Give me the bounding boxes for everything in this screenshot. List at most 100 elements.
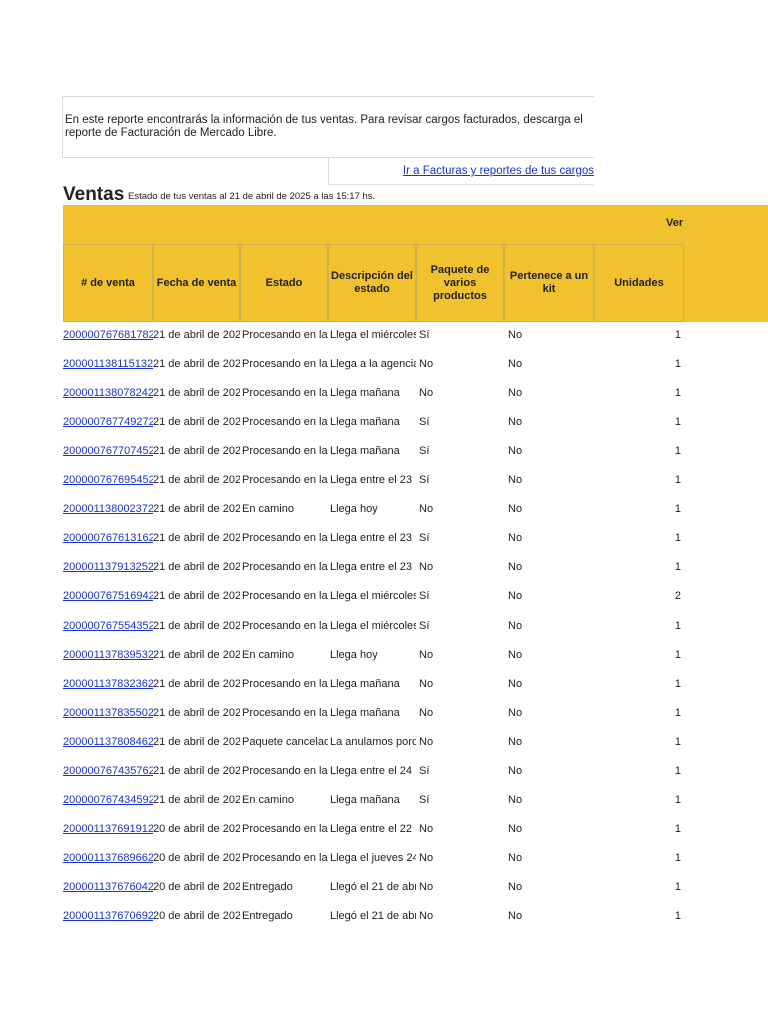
multi-package-cell: Sí (419, 619, 430, 632)
multi-package-cell: No (419, 706, 434, 719)
column-header[interactable]: Estado (240, 244, 328, 322)
sale-id-link[interactable]: 2000011378323621 (63, 678, 153, 690)
status-description-cell: Llegó el 21 de abril (330, 910, 416, 922)
sale-id-link[interactable]: 2000011376896620 (63, 852, 153, 864)
units-cell: 1 (674, 619, 681, 632)
column-header[interactable]: Descripción del estado (328, 244, 416, 322)
sale-id-cell: 2000011378355021 (63, 707, 153, 719)
kit-cell: No (508, 677, 523, 690)
sale-id-link[interactable]: 2000011378355021 (63, 707, 153, 719)
units-cell: 1 (674, 561, 681, 574)
column-header[interactable]: # de venta (63, 244, 153, 322)
sale-id-cell: 2000011376760420 (63, 881, 153, 893)
table-row: 2000007676954521 21 de abril de 2025 Proce… (63, 474, 684, 494)
status-cell: Procesando en la bodega (242, 590, 328, 603)
units-cell: 1 (674, 387, 681, 400)
sale-id-cell: 2000007677074521 (63, 445, 153, 457)
column-header[interactable]: Unidades (594, 244, 684, 322)
sale-id-link[interactable]: 2000007674357621 (63, 765, 153, 777)
table-row: 2000007675169421 21 de abril de 2025 Proce… (63, 590, 684, 610)
sale-id-link[interactable]: 2000011379132521 (63, 561, 153, 573)
multi-package-cell: No (419, 561, 434, 574)
sale-id-cell: 2000011380023721 (63, 503, 153, 515)
status-cell: Procesando en la bodega (242, 445, 328, 458)
sale-date-cell: 21 de abril de 2025 (153, 474, 240, 487)
status-description-cell: Llega hoy (330, 503, 378, 516)
invoices-link[interactable]: Ir a Facturas y reportes de tus cargos (403, 165, 594, 177)
sale-id-link[interactable]: 2000011376706920 (63, 910, 153, 922)
units-cell: 1 (674, 648, 681, 661)
table-row: 2000007677074521 21 de abril de 2025 Proce… (63, 445, 684, 465)
status-description-cell: Llega entre el 23 (330, 532, 412, 545)
multi-package-cell: Sí (419, 764, 430, 777)
status-cell: Procesando en la bodega (242, 677, 328, 690)
kit-cell: No (508, 532, 523, 545)
column-header[interactable]: Paquete de varios productos (416, 244, 504, 322)
sale-id-link[interactable]: 2000011376919120 (63, 823, 153, 835)
units-cell: 1 (674, 445, 681, 458)
sale-id-link[interactable]: 2000007676954521 (63, 474, 153, 486)
sale-id-link[interactable]: 2000011380023721 (63, 503, 153, 515)
kit-cell: No (508, 329, 523, 341)
sale-id-cell: 2000007676954521 (63, 474, 153, 486)
sale-date-cell: 21 de abril de 2025 (153, 329, 240, 341)
table-row: 2000011378084621 21 de abril de 2025 Paque… (63, 736, 684, 756)
sale-date-cell: 21 de abril de 2025 (153, 503, 240, 516)
sale-id-cell: 2000007676131621 (63, 532, 153, 544)
sale-id-cell: 2000007675543521 (63, 620, 153, 632)
multi-package-cell: No (419, 851, 434, 864)
sale-id-cell: 2000011378395321 (63, 649, 153, 661)
kit-cell: No (508, 910, 523, 922)
sale-id-link[interactable]: 2000007676131621 (63, 532, 153, 544)
sale-date-cell: 21 de abril de 2025 (153, 619, 240, 632)
status-cell: Procesando en la bodega (242, 822, 328, 835)
kit-cell: No (508, 445, 523, 458)
sale-id-link[interactable]: 2000007674345921 (63, 794, 153, 806)
sale-date-cell: 21 de abril de 2025 (153, 706, 240, 719)
units-cell: 1 (674, 706, 681, 719)
sale-id-link[interactable]: 2000011381151321 (63, 358, 153, 370)
sale-id-link[interactable]: 2000011376760420 (63, 881, 153, 893)
units-cell: 1 (674, 735, 681, 748)
status-description-cell: Llega mañana (330, 445, 400, 458)
status-description-cell: Llega mañana (330, 416, 400, 429)
status-cell: Procesando en la bodega (242, 619, 328, 632)
sale-id-link[interactable]: 2000011380782421 (63, 387, 153, 399)
table-row: 2000011378323621 21 de abril de 2025 Proce… (63, 678, 684, 698)
table-row: 2000011378395321 21 de abril de 2025 En ca… (63, 649, 684, 669)
status-cell: En camino (242, 793, 294, 806)
table-row: 2000007677492721 21 de abril de 2025 Proce… (63, 416, 684, 436)
kit-cell: No (508, 735, 523, 748)
multi-package-cell: Sí (419, 329, 430, 341)
sale-date-cell: 20 de abril de 2025 (153, 851, 240, 864)
column-header[interactable]: Fecha de venta (153, 244, 240, 322)
column-header[interactable]: Pertenece a un kit (504, 244, 594, 322)
sale-id-cell: 2000011376896620 (63, 852, 153, 864)
units-cell: 1 (674, 532, 681, 545)
sale-date-cell: 21 de abril de 2025 (153, 590, 240, 603)
multi-package-cell: Sí (419, 793, 430, 806)
table-row: 2000007674345921 21 de abril de 2025 En ca… (63, 794, 684, 814)
status-description-cell: Llega entre el 23 (330, 474, 412, 487)
sale-id-link[interactable]: 2000007677492721 (63, 416, 153, 428)
invoices-link-cell: Ir a Facturas y reportes de tus cargos (328, 158, 594, 185)
sale-id-link[interactable]: 2000011378395321 (63, 649, 153, 661)
table-row: 2000007676131621 21 de abril de 2025 Proce… (63, 532, 684, 552)
sale-id-link[interactable]: 2000007677074521 (63, 445, 153, 457)
status-description-cell: Llega mañana (330, 793, 400, 806)
status-cell: Procesando en la bodega (242, 358, 328, 371)
sale-id-link[interactable]: 2000007675543521 (63, 620, 153, 632)
multi-package-cell: No (419, 910, 434, 922)
sale-id-link[interactable]: 2000007676817821 (63, 329, 153, 341)
units-cell: 1 (674, 822, 681, 835)
kit-cell: No (508, 822, 523, 835)
page-subtitle: Estado de tus ventas al 21 de abril de 2… (128, 191, 376, 202)
sale-date-cell: 21 de abril de 2025 (153, 735, 240, 748)
table-row: 2000011381151321 21 de abril de 2025 Proce… (63, 358, 684, 378)
group-header: Ver (666, 217, 684, 229)
sale-id-cell: 2000011376706920 (63, 910, 153, 922)
page-title: Ventas (63, 184, 125, 205)
sale-id-cell: 2000011381151321 (63, 358, 153, 370)
sale-id-link[interactable]: 2000007675169421 (63, 590, 153, 602)
sale-id-link[interactable]: 2000011378084621 (63, 736, 153, 748)
